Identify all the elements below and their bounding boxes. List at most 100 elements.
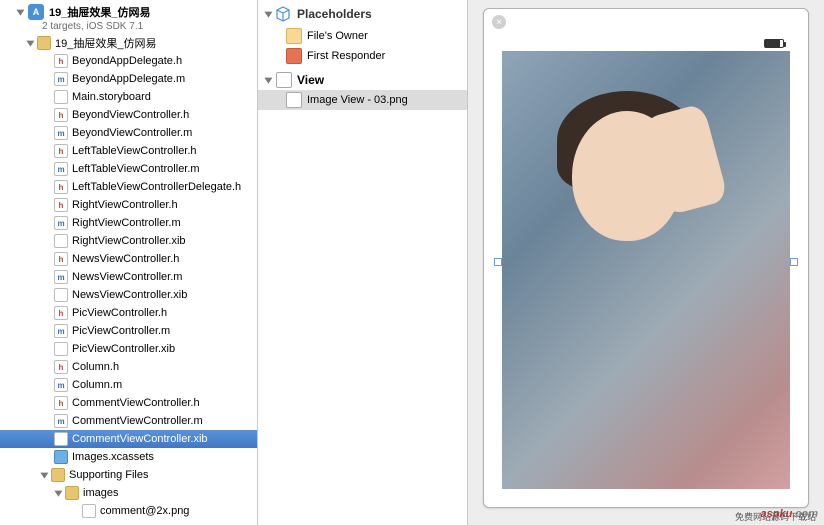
file-row[interactable]: RightViewController.xib (0, 232, 257, 250)
file-row[interactable]: mColumn.m (0, 376, 257, 394)
file-label: BeyondViewController.h (72, 109, 189, 121)
canvas-frame[interactable]: × (483, 8, 809, 508)
image-view-icon (286, 92, 302, 108)
m-file-icon: m (54, 162, 68, 176)
h-file-icon: h (54, 198, 68, 212)
disclosure-icon[interactable] (54, 491, 62, 497)
file-label: LeftTableViewControllerDelegate.h (72, 181, 241, 193)
file-label: BeyondAppDelegate.m (72, 73, 185, 85)
h-file-icon: h (54, 108, 68, 122)
files-owner-row[interactable]: File's Owner (258, 26, 467, 46)
file-label: Supporting Files (69, 469, 149, 481)
files-owner-icon (286, 28, 302, 44)
h-file-icon: h (54, 396, 68, 410)
first-responder-label: First Responder (307, 50, 385, 62)
folder-file-icon (51, 468, 65, 482)
project-subtitle: 2 targets, iOS SDK 7.1 (0, 21, 257, 32)
watermark-subtitle: 免费网站源码下载站 (735, 510, 816, 523)
sb-file-icon (54, 90, 68, 104)
disclosure-icon[interactable] (40, 473, 48, 479)
file-row[interactable]: m RightViewController.m (0, 214, 257, 232)
file-label: NewsViewController.m (72, 271, 182, 283)
file-row[interactable]: mCommentViewController.m (0, 412, 257, 430)
m-file-icon: m (54, 414, 68, 428)
file-row[interactable]: m BeyondViewController.m (0, 124, 257, 142)
m-file-icon: m (54, 72, 68, 86)
file-row[interactable]: h Column.h (0, 358, 257, 376)
folder-row[interactable]: images (0, 484, 257, 502)
file-label: BeyondViewController.m (72, 127, 192, 139)
h-file-icon: h (54, 360, 68, 374)
xib-file-icon (54, 342, 68, 356)
view-icon (276, 72, 292, 88)
file-row[interactable]: m NewsViewController.m (0, 268, 257, 286)
h-file-icon: h (54, 252, 68, 266)
file-row[interactable]: h NewsViewController.h (0, 250, 257, 268)
image-view-row[interactable]: Image View - 03.png (258, 90, 467, 110)
file-row[interactable]: m BeyondAppDelegate.m (0, 70, 257, 88)
file-label: images (83, 487, 118, 499)
disclosure-icon[interactable] (264, 78, 272, 84)
view-row[interactable]: View (258, 70, 467, 90)
h-file-icon: h (54, 306, 68, 320)
image-view-content[interactable] (502, 51, 790, 489)
folder-file-icon (65, 486, 79, 500)
device-view[interactable] (502, 35, 790, 489)
file-row[interactable]: comment@2x.png (0, 502, 257, 520)
file-row[interactable]: hLeftTableViewControllerDelegate.h (0, 178, 257, 196)
disclosure-icon[interactable] (264, 12, 272, 18)
file-label: NewsViewController.xib (72, 289, 187, 301)
m-file-icon: m (54, 216, 68, 230)
file-row[interactable]: CommentViewController.xib (0, 430, 257, 448)
file-row[interactable]: h BeyondViewController.h (0, 106, 257, 124)
file-row[interactable]: PicViewController.xib (0, 340, 257, 358)
folder-file-icon (37, 36, 51, 50)
interface-builder-canvas[interactable]: × aspku.com 免费网站源码下载站 (468, 0, 824, 525)
file-label: CommentViewController.h (72, 397, 200, 409)
file-row[interactable]: NewsViewController.xib (0, 286, 257, 304)
placeholders-icon (275, 6, 291, 22)
file-label: CommentViewController.xib (72, 433, 208, 445)
file-row[interactable]: Main.storyboard (0, 88, 257, 106)
placeholders-header[interactable]: Placeholders (258, 0, 467, 26)
project-row[interactable]: A 19_抽屉效果_仿网易 (0, 0, 257, 22)
file-label: Column.h (72, 361, 119, 373)
file-label: 19_抽屉效果_仿网易 (55, 35, 156, 51)
xcode-project-icon: A (28, 4, 44, 20)
file-label: PicViewController.m (72, 325, 170, 337)
disclosure-icon[interactable] (26, 41, 34, 47)
m-file-icon: m (54, 126, 68, 140)
image-view-label: Image View - 03.png (307, 94, 408, 106)
file-label: NewsViewController.h (72, 253, 179, 265)
folder-row[interactable]: Supporting Files (0, 466, 257, 484)
file-row[interactable]: hBeyondAppDelegate.h (0, 52, 257, 70)
status-bar (502, 35, 790, 51)
file-row[interactable]: hLeftTableViewController.h (0, 142, 257, 160)
m-file-icon: m (54, 270, 68, 284)
first-responder-row[interactable]: First Responder (258, 46, 467, 66)
disclosure-icon[interactable] (16, 10, 24, 16)
folder-row[interactable]: 19_抽屉效果_仿网易 (0, 34, 257, 52)
battery-icon (764, 39, 784, 48)
file-row[interactable]: m PicViewController.m (0, 322, 257, 340)
file-row[interactable]: mLeftTableViewController.m (0, 160, 257, 178)
file-label: PicViewController.xib (72, 343, 175, 355)
file-label: RightViewController.h (72, 199, 178, 211)
file-label: Column.m (72, 379, 122, 391)
xib-file-icon (54, 234, 68, 248)
file-row[interactable]: h CommentViewController.h (0, 394, 257, 412)
file-navigator[interactable]: A 19_抽屉效果_仿网易 2 targets, iOS SDK 7.1 19_… (0, 0, 258, 525)
project-name: 19_抽屉效果_仿网易 (49, 4, 150, 20)
file-row[interactable]: hPicViewController.h (0, 304, 257, 322)
file-label: LeftTableViewController.h (72, 145, 197, 157)
file-label: RightViewController.m (72, 217, 181, 229)
png-file-icon (82, 504, 96, 518)
document-outline[interactable]: Placeholders File's Owner First Responde… (258, 0, 468, 525)
file-row[interactable]: Images.xcassets (0, 448, 257, 466)
file-label: Main.storyboard (72, 91, 151, 103)
file-row[interactable]: h RightViewController.h (0, 196, 257, 214)
close-icon[interactable]: × (492, 15, 506, 29)
photo-placeholder (572, 111, 712, 291)
m-file-icon: m (54, 324, 68, 338)
h-file-icon: h (54, 54, 68, 68)
